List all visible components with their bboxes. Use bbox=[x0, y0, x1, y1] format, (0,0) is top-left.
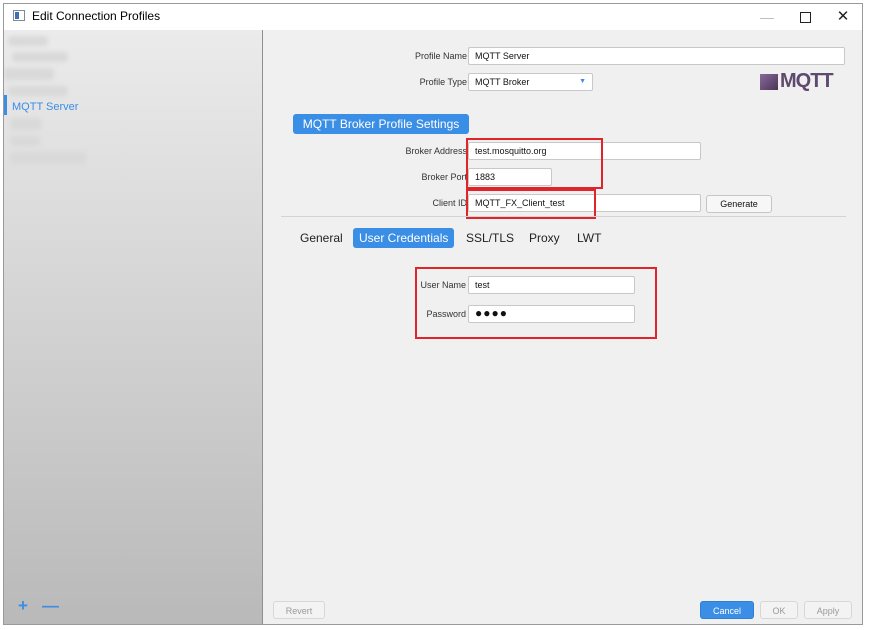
generate-button[interactable]: Generate bbox=[706, 195, 772, 213]
profile-name-input[interactable]: MQTT Server bbox=[468, 47, 845, 65]
blurred-profile-item[interactable] bbox=[8, 36, 48, 46]
mqtt-logo-mark bbox=[760, 73, 778, 90]
profile-list-sidebar: MQTT Server + — bbox=[4, 30, 263, 624]
chevron-down-icon: ▼ bbox=[579, 78, 586, 85]
cancel-button[interactable]: Cancel bbox=[700, 601, 754, 619]
blurred-profile-item[interactable] bbox=[4, 68, 54, 80]
broker-address-label: Broker Address bbox=[405, 146, 467, 156]
selection-indicator bbox=[4, 95, 7, 115]
sidebar-item-mqtt-server[interactable]: MQTT Server bbox=[12, 101, 78, 113]
maximize-icon bbox=[799, 12, 811, 23]
revert-button[interactable]: Revert bbox=[273, 601, 325, 619]
tab-general[interactable]: General bbox=[300, 228, 343, 248]
profile-type-select[interactable]: MQTT Broker ▼ bbox=[468, 73, 593, 91]
profile-type-value: MQTT Broker bbox=[475, 77, 530, 87]
broker-port-label: Broker Port bbox=[421, 172, 467, 182]
profile-type-label: Profile Type bbox=[419, 77, 467, 87]
maximize-button[interactable] bbox=[790, 7, 820, 27]
tab-proxy[interactable]: Proxy bbox=[529, 228, 560, 248]
broker-profile-settings-header: MQTT Broker Profile Settings bbox=[293, 114, 469, 134]
blurred-profile-item[interactable] bbox=[12, 52, 68, 62]
app-icon bbox=[13, 10, 25, 21]
mqtt-logo: MQTT bbox=[760, 70, 846, 92]
window-title: Edit Connection Profiles bbox=[32, 9, 161, 23]
apply-button[interactable]: Apply bbox=[804, 601, 852, 619]
remove-profile-button[interactable]: — bbox=[42, 596, 59, 616]
annotation-box-credentials bbox=[415, 267, 657, 339]
ok-button[interactable]: OK bbox=[760, 601, 798, 619]
mqtt-logo-text: MQTT bbox=[780, 70, 834, 92]
add-profile-button[interactable]: + bbox=[18, 596, 28, 616]
profile-editor-panel: Profile Name MQTT Server Profile Type MQ… bbox=[263, 30, 862, 624]
blurred-profile-item[interactable] bbox=[10, 136, 40, 146]
tab-user-credentials[interactable]: User Credentials bbox=[353, 228, 455, 248]
profile-name-label: Profile Name bbox=[414, 51, 467, 61]
client-id-label: Client ID bbox=[432, 198, 467, 208]
title-bar: Edit Connection Profiles — ✕ bbox=[4, 4, 862, 30]
minimize-button[interactable]: — bbox=[752, 7, 782, 27]
annotation-box-broker bbox=[466, 138, 603, 189]
section-divider bbox=[281, 216, 846, 217]
blurred-profile-item[interactable] bbox=[10, 152, 86, 164]
blurred-profile-item[interactable] bbox=[8, 86, 68, 96]
blurred-profile-item[interactable] bbox=[10, 118, 42, 130]
tab-lwt[interactable]: LWT bbox=[577, 228, 601, 248]
close-button[interactable]: ✕ bbox=[828, 7, 858, 27]
annotation-box-client-id bbox=[466, 189, 596, 219]
tab-ssl-tls[interactable]: SSL/TLS bbox=[466, 228, 514, 248]
edit-connection-profiles-window: Edit Connection Profiles — ✕ MQTT Server… bbox=[3, 3, 863, 625]
